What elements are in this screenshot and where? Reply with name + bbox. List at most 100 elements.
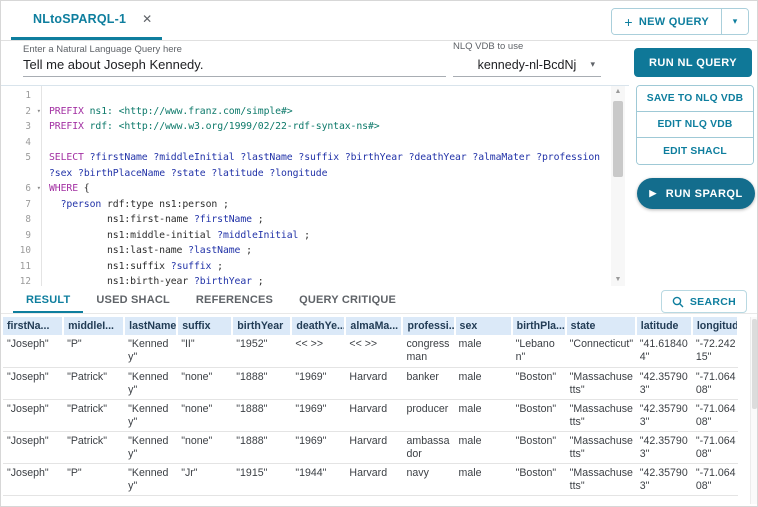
code-line[interactable]: ns1:last-name ?lastName ; — [49, 243, 629, 259]
code-line[interactable]: ns1:suffix ?suffix ; — [49, 259, 629, 275]
code-gutter: 12▾3456▾78910111213 — [1, 86, 42, 286]
line-number — [1, 166, 41, 182]
column-header[interactable]: birthPla... — [512, 317, 566, 335]
tab-references[interactable]: REFERENCES — [183, 289, 286, 313]
edit-nlq-vdb-button[interactable]: EDIT NLQ VDB — [637, 112, 753, 138]
line-number: 3 — [1, 119, 41, 135]
code-line[interactable]: ns1:first-name ?firstName ; — [49, 212, 629, 228]
column-header[interactable]: state — [566, 317, 636, 335]
column-header[interactable]: latitude — [636, 317, 692, 335]
results-scrollbar[interactable] — [750, 317, 757, 504]
table-cell: "P" — [63, 463, 124, 495]
table-cell: "Jr" — [177, 463, 232, 495]
table-cell: "42.357903" — [636, 463, 692, 495]
column-header[interactable]: longitude — [692, 317, 738, 335]
tab-used-shacl[interactable]: USED SHACL — [83, 289, 183, 313]
line-number: 8 — [1, 212, 41, 228]
code-line[interactable]: ?sex ?birthPlaceName ?state ?latitude ?l… — [49, 166, 629, 182]
column-header[interactable]: middleI... — [63, 317, 124, 335]
line-number: 9 — [1, 228, 41, 244]
table-cell: "-71.06408" — [692, 463, 738, 495]
table-cell: male — [455, 367, 512, 399]
table-cell: "1969" — [291, 399, 345, 431]
code-lines[interactable]: PREFIX ns1: <http://www.franz.com/simple… — [42, 86, 629, 286]
table-cell: "Boston" — [512, 463, 566, 495]
tab-query-critique[interactable]: QUERY CRITIQUE — [286, 289, 409, 313]
column-header[interactable]: almaMa... — [345, 317, 402, 335]
table-cell: "1969" — [291, 367, 345, 399]
table-cell: "Patrick" — [63, 367, 124, 399]
table-cell: "Massachusetts" — [566, 463, 636, 495]
table-cell: "1888" — [232, 367, 291, 399]
table-cell: "Joseph" — [3, 367, 63, 399]
sparql-editor[interactable]: 12▾3456▾78910111213 PREFIX ns1: <http://… — [1, 85, 629, 286]
column-header[interactable]: professi... — [402, 317, 454, 335]
editor-scrollbar-thumb[interactable] — [613, 101, 623, 177]
table-row: "Joseph""Patrick""Kennedy""none""1888""1… — [3, 431, 738, 463]
nltosparql-app: NLtoSPARQL-1 ✕ + NEW QUERY ▾ Enter a Nat… — [0, 0, 758, 507]
table-cell: "none" — [177, 367, 232, 399]
column-header[interactable]: firstNa... — [3, 317, 63, 335]
table-cell: << >> — [345, 335, 402, 367]
line-number: 10 — [1, 243, 41, 259]
tab-result[interactable]: RESULT — [13, 289, 83, 313]
column-header[interactable]: birthYear — [232, 317, 291, 335]
close-tab-icon[interactable]: ✕ — [142, 13, 152, 25]
column-header[interactable]: deathYe... — [291, 317, 345, 335]
line-number: 1 — [1, 88, 41, 104]
save-to-nlq-vdb-button[interactable]: SAVE TO NLQ VDB — [637, 86, 753, 112]
table-cell: "42.357903" — [636, 399, 692, 431]
table-cell: "II" — [177, 335, 232, 367]
code-line[interactable]: SELECT ?firstName ?middleInitial ?lastNa… — [49, 150, 629, 166]
table-cell: "Boston" — [512, 367, 566, 399]
table-cell: "1952" — [232, 335, 291, 367]
tab-label: NLtoSPARQL-1 — [33, 12, 126, 26]
code-line[interactable] — [49, 135, 629, 151]
fold-icon[interactable]: ▾ — [37, 104, 41, 120]
new-query-split-button: + NEW QUERY ▾ — [611, 8, 749, 35]
new-query-button[interactable]: + NEW QUERY — [612, 9, 722, 34]
code-line[interactable]: PREFIX ns1: <http://www.franz.com/simple… — [49, 104, 629, 120]
run-nl-query-button[interactable]: RUN NL QUERY — [634, 48, 752, 77]
column-header[interactable]: lastName — [124, 317, 177, 335]
fold-icon[interactable]: ▾ — [37, 181, 41, 197]
table-row: "Joseph""P""Kennedy""Jr""1915""1944"Harv… — [3, 463, 738, 495]
column-header[interactable]: suffix — [177, 317, 232, 335]
new-query-dropdown-icon[interactable]: ▾ — [722, 9, 748, 34]
nl-query-input[interactable] — [23, 57, 446, 77]
editor-scrollbar[interactable]: ▲ ▼ — [611, 86, 625, 286]
edit-shacl-button[interactable]: EDIT SHACL — [637, 138, 753, 164]
code-line[interactable]: ns1:birth-year ?birthYear ; — [49, 274, 629, 286]
code-line[interactable] — [49, 88, 629, 104]
vdb-select[interactable]: kennedy-nl-BcdNj ▾ — [453, 53, 601, 77]
code-line[interactable]: WHERE { — [49, 181, 629, 197]
table-cell: "Boston" — [512, 399, 566, 431]
table-cell: "41.618404" — [636, 335, 692, 367]
play-icon: ▶ — [649, 189, 656, 198]
plus-icon: + — [624, 14, 632, 30]
search-button[interactable]: SEARCH — [661, 290, 747, 313]
scroll-down-icon[interactable]: ▼ — [611, 274, 625, 286]
run-sparql-button[interactable]: ▶ RUN SPARQL — [637, 178, 755, 209]
table-cell: "42.357903" — [636, 367, 692, 399]
search-icon — [672, 296, 684, 308]
table-cell: "none" — [177, 399, 232, 431]
code-line[interactable]: PREFIX rdf: <http://www.w3.org/1999/02/2… — [49, 119, 629, 135]
table-cell: "Kennedy" — [124, 367, 177, 399]
line-number: 6▾ — [1, 181, 41, 197]
results-scrollbar-thumb[interactable] — [752, 319, 757, 409]
chevron-down-icon: ▾ — [590, 59, 595, 70]
line-number: 5 — [1, 150, 41, 166]
column-header[interactable]: sex — [455, 317, 512, 335]
table-row: "Joseph""P""Kennedy""II""1952"<< >><< >>… — [3, 335, 738, 367]
table-cell: "Kennedy" — [124, 463, 177, 495]
scroll-up-icon[interactable]: ▲ — [611, 86, 625, 98]
table-cell: male — [455, 463, 512, 495]
vdb-actions-group: SAVE TO NLQ VDB EDIT NLQ VDB EDIT SHACL — [636, 85, 754, 165]
code-line[interactable]: ns1:middle-initial ?middleInitial ; — [49, 228, 629, 244]
table-cell: "none" — [177, 431, 232, 463]
line-number: 11 — [1, 259, 41, 275]
tab-nltosparql-1[interactable]: NLtoSPARQL-1 ✕ — [11, 1, 162, 40]
table-cell: Harvard — [345, 367, 402, 399]
code-line[interactable]: ?person rdf:type ns1:person ; — [49, 197, 629, 213]
